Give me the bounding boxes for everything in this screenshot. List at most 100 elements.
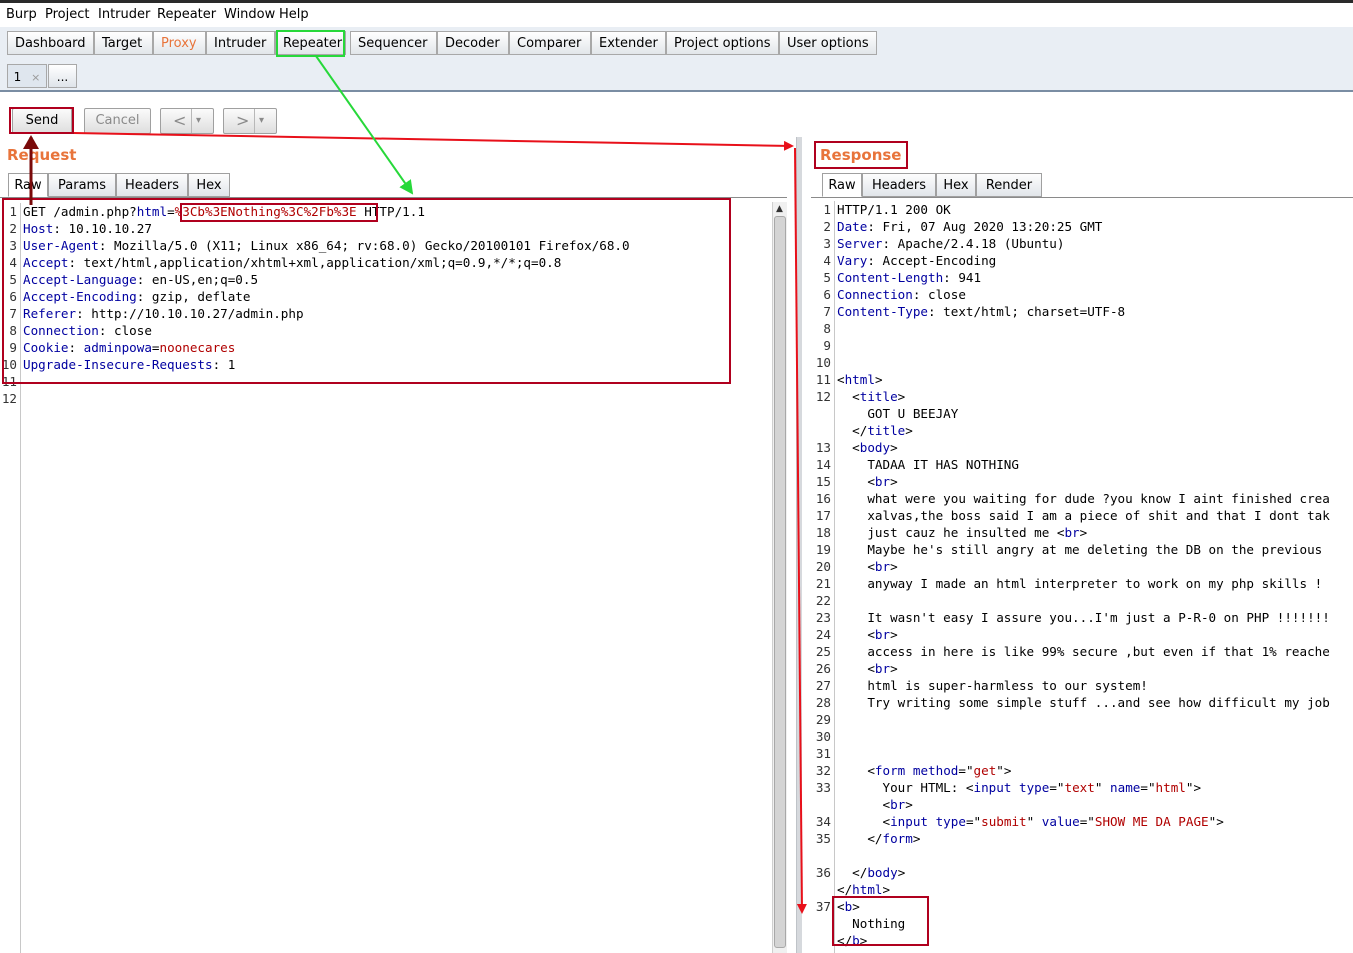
line-number: 6 (823, 287, 831, 302)
request-scroll-thumb[interactable] (774, 216, 786, 948)
line-text: <br> (837, 660, 897, 677)
line-text: Maybe he's still angry at me deleting th… (837, 541, 1322, 558)
menu-intruder[interactable]: Intruder (98, 7, 150, 22)
close-icon[interactable]: × (31, 71, 40, 84)
back-arrow-icon: < (173, 111, 187, 130)
code-token: submit (981, 814, 1027, 829)
code-token: br (874, 627, 891, 642)
menu-burp[interactable]: Burp (6, 7, 37, 22)
menu-help[interactable]: Help (279, 7, 309, 22)
code-token: : en-US,en;q=0.5 (136, 272, 259, 287)
tab-target[interactable]: Target (94, 31, 153, 55)
code-token: br (890, 797, 906, 812)
code-token: body (867, 865, 898, 880)
line-number: 18 (815, 525, 831, 540)
line-text: Accept-Language: en-US,en;q=0.5 (23, 271, 258, 288)
menu-window[interactable]: Window (224, 7, 275, 22)
code-token: Your HTML: < (837, 780, 974, 795)
code-token: Cookie (23, 340, 69, 355)
response-tab-hex[interactable]: Hex (936, 173, 976, 197)
code-token: > (874, 372, 883, 387)
line-number: 24 (815, 627, 831, 642)
tab-repeater[interactable]: Repeater (275, 31, 346, 55)
line-number: 21 (815, 576, 831, 591)
line-text: GOT U BEEJAY (837, 405, 958, 422)
line-number: 15 (815, 474, 831, 489)
code-token: < (837, 559, 875, 574)
line-number: 28 (815, 695, 831, 710)
line-number: 34 (815, 814, 831, 829)
tab-user-options[interactable]: User options (779, 31, 877, 55)
response-tab-raw[interactable]: Raw (822, 173, 862, 197)
chevron-down-icon: ▾ (196, 115, 202, 126)
line-text: Accept: text/html,application/xhtml+xml,… (23, 254, 561, 271)
line-text: Connection: close (837, 286, 966, 303)
request-tab-params[interactable]: Params (48, 173, 116, 197)
tab-dashboard[interactable]: Dashboard (7, 31, 94, 55)
tab-proxy[interactable]: Proxy (153, 31, 206, 55)
panel-splitter[interactable] (796, 137, 802, 953)
code-token: form (874, 763, 906, 778)
code-token: =" (958, 763, 974, 778)
tab-comparer[interactable]: Comparer (509, 31, 591, 55)
back-button[interactable]: < ▾ (160, 108, 214, 134)
line-number: 17 (815, 508, 831, 523)
code-token: : 10.10.10.27 (53, 221, 152, 236)
code-token: > (890, 474, 898, 489)
response-tab-headers[interactable]: Headers (862, 173, 936, 197)
code-token: access in here is like 99% secure ,but e… (837, 644, 1330, 659)
line-text: HTTP/1.1 200 OK (837, 201, 951, 218)
request-scrollbar[interactable]: ▲ (772, 202, 787, 953)
send-button[interactable]: Send (12, 108, 72, 134)
code-token: Host (23, 221, 54, 236)
code-token: " (1094, 780, 1111, 795)
response-tab-render[interactable]: Render (976, 173, 1042, 197)
line-text: Vary: Accept-Encoding (837, 252, 996, 269)
forward-button[interactable]: > ▾ (223, 108, 277, 134)
code-token: html (844, 372, 875, 387)
line-text: Accept-Encoding: gzip, deflate (23, 288, 250, 305)
line-text: <br> (837, 796, 912, 813)
line-text: xalvas,the boss said I am a piece of shi… (837, 507, 1330, 524)
line-text: html is super-harmless to our system! (837, 677, 1148, 694)
tab-extender[interactable]: Extender (591, 31, 666, 55)
menu-project[interactable]: Project (45, 7, 89, 22)
code-token: > (852, 899, 860, 914)
line-text: <title> (837, 388, 905, 405)
line-text: <b> (837, 898, 860, 915)
code-token: : Accept-Encoding (867, 253, 997, 268)
code-token: > (905, 423, 913, 438)
code-token: html (1155, 780, 1186, 795)
request-editor[interactable]: 1 GET /admin.php?html=%3Cb%3ENothing%3C%2… (0, 203, 772, 953)
tool-tabs: Dashboard Target Proxy Intruder Repeater… (0, 27, 1353, 62)
code-token: : close (98, 323, 152, 338)
code-token: Content-Type (837, 304, 928, 319)
menu-repeater[interactable]: Repeater (157, 7, 216, 22)
scroll-up-icon[interactable]: ▲ (776, 204, 783, 214)
request-tab-headers[interactable]: Headers (116, 173, 188, 197)
code-token: > (897, 389, 906, 404)
code-token: </ (837, 933, 853, 948)
line-text: <form method="get"> (837, 762, 1011, 779)
line-text: Try writing some simple stuff ...and see… (837, 694, 1330, 711)
code-token: Connection (837, 287, 913, 302)
response-editor[interactable]: 1 HTTP/1.1 200 OK 2 Date: Fri, 07 Aug 2020 … (814, 201, 1353, 953)
request-tab-hex[interactable]: Hex (188, 173, 230, 197)
repeater-new-tab[interactable]: ... (48, 64, 77, 88)
code-token: br (874, 559, 891, 574)
code-token: : (68, 340, 84, 355)
code-token: br (1064, 525, 1080, 540)
line-text: anyway I made an html interpreter to wor… (837, 575, 1322, 592)
tab-sequencer[interactable]: Sequencer (350, 31, 437, 55)
repeater-subtabs: 1 × ... (0, 60, 1353, 92)
tab-intruder[interactable]: Intruder (206, 31, 275, 55)
tab-project-options[interactable]: Project options (666, 31, 779, 55)
line-text: access in here is like 99% secure ,but e… (837, 643, 1330, 660)
code-token: type (1019, 780, 1050, 795)
cancel-button[interactable]: Cancel (84, 108, 151, 134)
repeater-tab-1[interactable]: 1 × (7, 64, 47, 88)
code-token: User-Agent (23, 238, 99, 253)
tab-decoder[interactable]: Decoder (437, 31, 509, 55)
request-tab-raw[interactable]: Raw (8, 173, 48, 197)
